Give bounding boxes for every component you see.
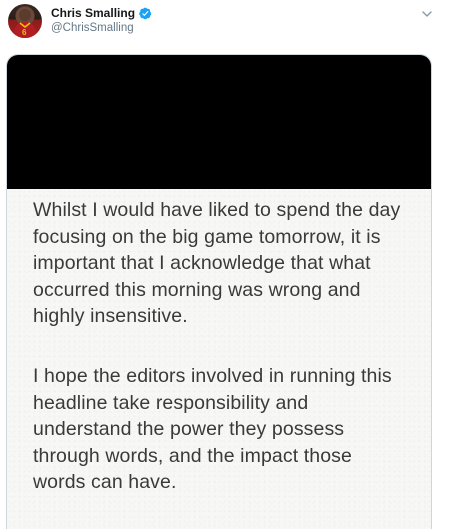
avatar[interactable]: 6 <box>8 4 42 38</box>
avatar-jersey-number: 6 <box>22 28 27 37</box>
media-black-band <box>7 55 431 189</box>
tweet-media-image[interactable]: Whilst I would have liked to spend the d… <box>6 54 432 529</box>
verified-badge-icon <box>139 7 152 20</box>
chevron-down-icon[interactable] <box>421 7 433 19</box>
statement-paragraph-2: I hope the editors involved in running t… <box>33 365 392 493</box>
tweet: 6 Chris Smalling @ChrisSmalling Whilst I… <box>0 0 449 529</box>
avatar-image: 6 <box>13 9 37 38</box>
name-row: Chris Smalling <box>51 5 152 21</box>
display-name[interactable]: Chris Smalling <box>51 6 135 20</box>
author-block: Chris Smalling @ChrisSmalling <box>51 5 152 34</box>
notes-statement: Whilst I would have liked to spend the d… <box>7 189 431 529</box>
statement-paragraph-1: Whilst I would have liked to spend the d… <box>33 199 401 327</box>
tweet-header: 6 Chris Smalling @ChrisSmalling <box>8 4 441 40</box>
handle[interactable]: @ChrisSmalling <box>51 22 152 34</box>
